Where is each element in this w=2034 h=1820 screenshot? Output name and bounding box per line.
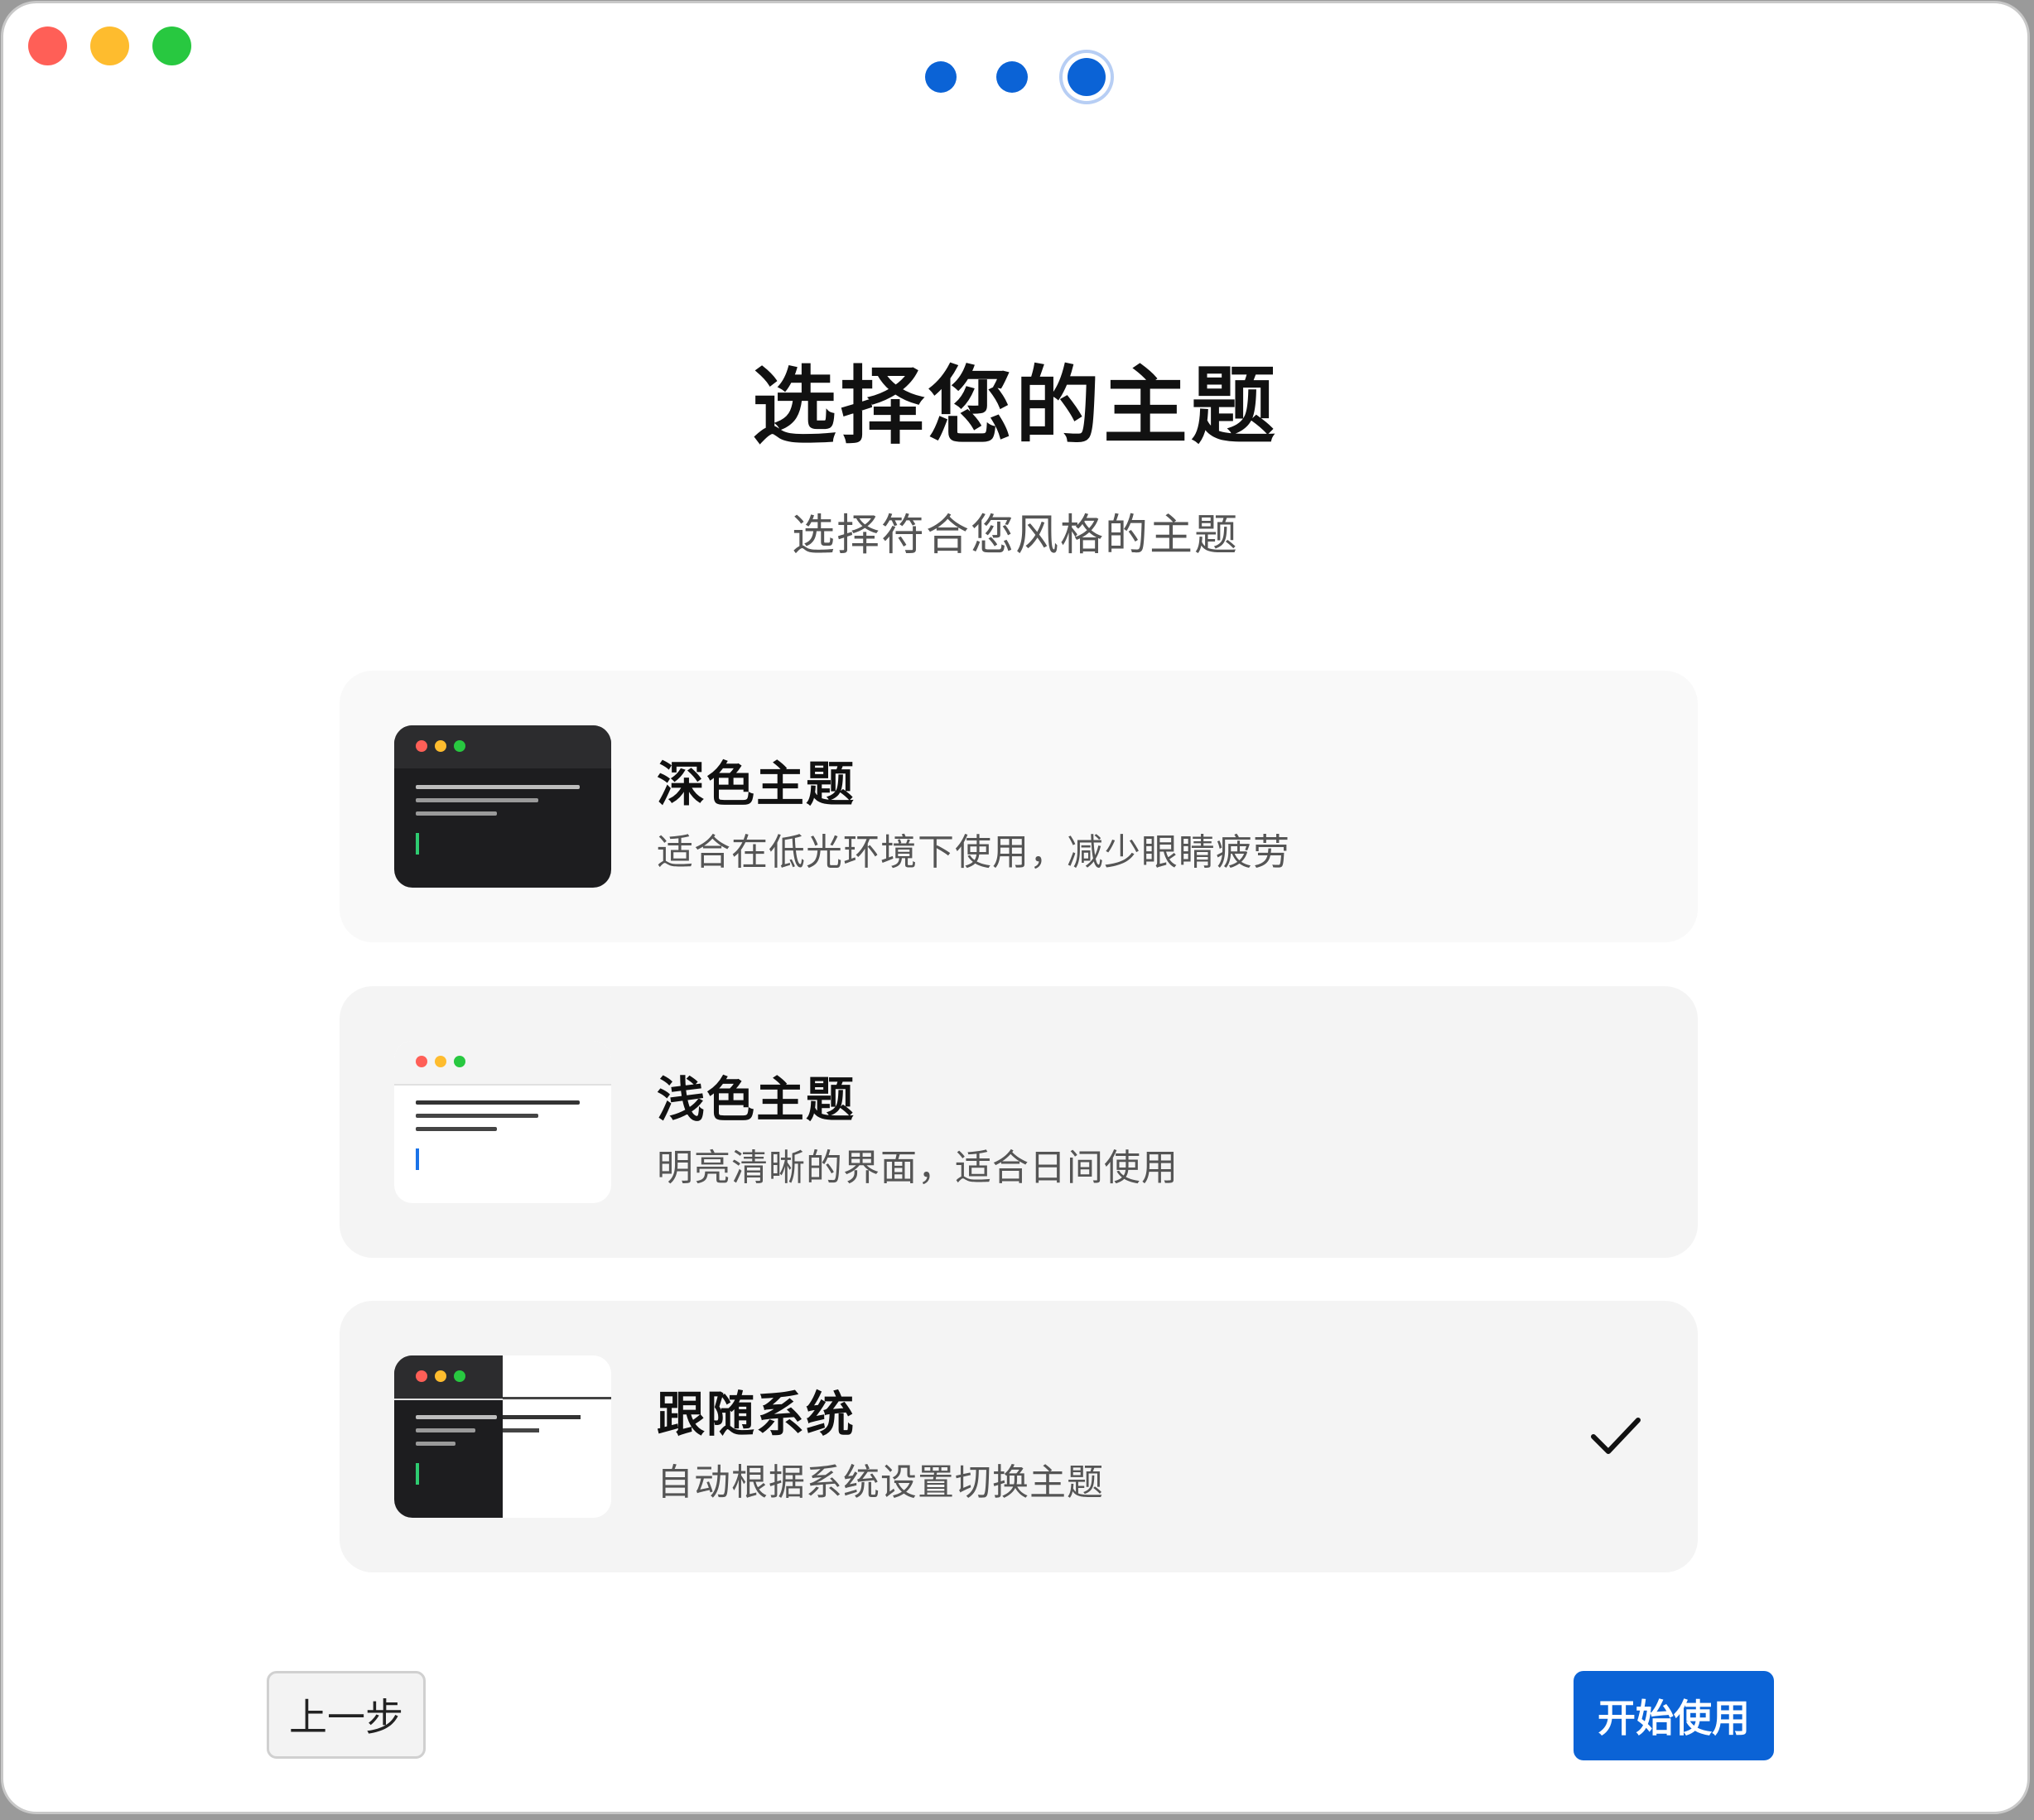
step-dot-2 — [996, 61, 1028, 93]
step-dot-1 — [925, 61, 957, 93]
step-indicator — [3, 58, 2027, 96]
theme-description: 自动根据系统设置切换主题 — [657, 1461, 1104, 1504]
light-theme-preview-icon — [394, 1041, 611, 1203]
step-dot-3-current — [1068, 58, 1106, 96]
theme-description: 适合在低光环境下使用，减少眼睛疲劳 — [657, 831, 1290, 874]
back-button[interactable]: 上一步 — [267, 1671, 426, 1759]
theme-title: 跟随系统 — [657, 1386, 856, 1442]
system-theme-preview-icon — [394, 1355, 611, 1518]
start-button[interactable]: 开始使用 — [1574, 1671, 1774, 1760]
onboarding-window: 选择您的主题 选择符合您风格的主题 深色主题 适合在低光环境下使用，减少眼睛疲劳… — [3, 3, 2027, 1812]
page-title: 选择您的主题 — [752, 358, 1279, 456]
theme-title: 深色主题 — [657, 756, 856, 812]
page-subtitle: 选择符合您风格的主题 — [791, 511, 1239, 561]
theme-option-system[interactable]: 跟随系统 自动根据系统设置切换主题 — [340, 1301, 1698, 1572]
checkmark-icon — [1591, 1418, 1641, 1454]
dark-theme-preview-icon — [394, 725, 611, 888]
theme-option-dark[interactable]: 深色主题 适合在低光环境下使用，减少眼睛疲劳 — [340, 671, 1698, 942]
theme-description: 明亮清晰的界面，适合日间使用 — [657, 1147, 1178, 1189]
theme-title: 浅色主题 — [657, 1071, 856, 1128]
theme-option-light[interactable]: 浅色主题 明亮清晰的界面，适合日间使用 — [340, 986, 1698, 1258]
